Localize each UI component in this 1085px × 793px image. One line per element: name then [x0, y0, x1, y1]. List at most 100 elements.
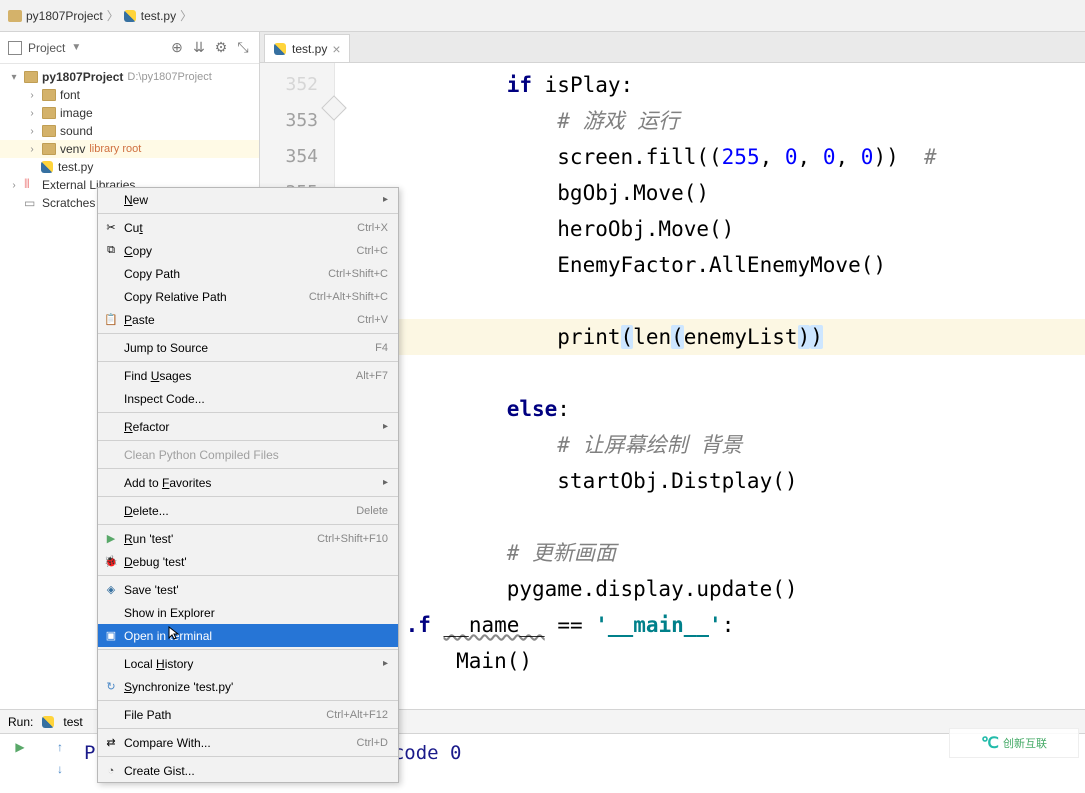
breadcrumb-label: py1807Project	[26, 9, 103, 23]
menu-separator	[98, 412, 398, 413]
folder-icon	[42, 107, 56, 119]
menu-label: Paste	[124, 313, 357, 327]
folder-icon	[24, 71, 38, 83]
menu-item-save-test[interactable]: ◈Save 'test'	[98, 578, 398, 601]
compare-icon: ⇄	[103, 735, 119, 751]
chevron-right-icon: 〉	[107, 7, 119, 24]
menu-label: Show in Explorer	[124, 606, 388, 620]
menu-label: Debug 'test'	[124, 555, 388, 569]
menu-label: Add to Favorites	[124, 476, 383, 490]
breadcrumb-project[interactable]: py1807Project	[8, 9, 103, 23]
menu-label: Jump to Source	[124, 341, 375, 355]
menu-separator	[98, 361, 398, 362]
copy-icon: ⧉	[103, 243, 119, 259]
menu-item-show-in-explorer[interactable]: Show in Explorer	[98, 601, 398, 624]
menu-label: Copy	[124, 244, 357, 258]
menu-item-refactor[interactable]: Refactor▸	[98, 415, 398, 438]
expand-icon[interactable]: ▾	[8, 72, 20, 83]
tree-file-test[interactable]: test.py	[0, 158, 259, 176]
rerun-button[interactable]: ▶	[11, 738, 29, 756]
breadcrumb-file[interactable]: test.py	[123, 9, 176, 23]
tree-folder-font[interactable]: › font	[0, 86, 259, 104]
menu-item-paste[interactable]: 📋PasteCtrl+V	[98, 308, 398, 331]
python-file-icon	[40, 160, 54, 174]
chevron-down-icon[interactable]: ▼	[71, 42, 81, 53]
menu-item-debug-test[interactable]: 🐞 Debug 'test'	[98, 550, 398, 573]
menu-label: Clean Python Compiled Files	[124, 448, 388, 462]
project-panel-icon	[8, 41, 22, 55]
menu-item-compare-with[interactable]: ⇄Compare With...Ctrl+D	[98, 731, 398, 754]
code-content[interactable]: if isPlay: # 游戏 运行 screen.fill((255, 0, …	[335, 63, 1085, 709]
expand-icon[interactable]: ›	[8, 180, 20, 191]
menu-item-cut[interactable]: ✂CutCtrl+X	[98, 216, 398, 239]
library-icon	[24, 178, 38, 192]
menu-item-jump-to-source[interactable]: Jump to SourceF4	[98, 336, 398, 359]
menu-label: Save 'test'	[124, 583, 388, 597]
python-file-icon	[123, 9, 137, 23]
menu-item-copy-relative-path[interactable]: Copy Relative PathCtrl+Alt+Shift+C	[98, 285, 398, 308]
collapse-icon[interactable]: ⇊	[191, 40, 207, 56]
menu-label: Run 'test'	[124, 532, 317, 546]
run-config-name[interactable]: test	[63, 715, 82, 729]
python-file-icon	[41, 715, 55, 729]
menu-label: Local History	[124, 657, 383, 671]
up-button[interactable]: ↑	[51, 738, 69, 756]
tab-test-py[interactable]: test.py ×	[264, 34, 350, 62]
menu-item-create-gist[interactable]: ◔Create Gist...	[98, 759, 398, 782]
menu-item-file-path[interactable]: File PathCtrl+Alt+F12	[98, 703, 398, 726]
locate-icon[interactable]: ⊕	[169, 40, 185, 56]
menu-label: Open in terminal	[124, 629, 388, 643]
menu-item-find-usages[interactable]: Find UsagesAlt+F7	[98, 364, 398, 387]
run-toolbar-nav: ↑ ↓	[40, 734, 80, 793]
menu-item-copy-path[interactable]: Copy PathCtrl+Shift+C	[98, 262, 398, 285]
project-header: Project ▼ ⊕ ⇊ ⚙ ⤡	[0, 32, 259, 64]
scratch-icon	[24, 196, 38, 210]
menu-separator	[98, 440, 398, 441]
tree-hint: library root	[89, 143, 141, 155]
menu-label: Find Usages	[124, 369, 356, 383]
menu-separator	[98, 700, 398, 701]
line-number: 353	[260, 103, 318, 139]
hide-icon[interactable]: ⤡	[235, 40, 251, 56]
tree-root[interactable]: ▾ py1807Project D:\py1807Project	[0, 68, 259, 86]
menu-item-new[interactable]: New▸	[98, 188, 398, 211]
expand-icon[interactable]: ›	[26, 126, 38, 137]
gist-icon: ◔	[103, 763, 119, 779]
expand-icon[interactable]: ›	[26, 90, 38, 101]
menu-label: File Path	[124, 708, 326, 722]
tree-folder-sound[interactable]: › sound	[0, 122, 259, 140]
menu-label: Synchronize 'test.py'	[124, 680, 388, 694]
submenu-arrow-icon: ▸	[383, 658, 388, 669]
menu-shortcut: Ctrl+Shift+C	[328, 268, 388, 280]
menu-item-copy[interactable]: ⧉ CopyCtrl+C	[98, 239, 398, 262]
submenu-arrow-icon: ▸	[383, 421, 388, 432]
expand-icon[interactable]: ›	[26, 108, 38, 119]
menu-separator	[98, 728, 398, 729]
folder-icon	[42, 89, 56, 101]
down-button[interactable]: ↓	[51, 760, 69, 778]
menu-shortcut: F4	[375, 342, 388, 354]
project-title[interactable]: Project	[28, 41, 65, 55]
editor-tabs: test.py ×	[260, 32, 1085, 63]
menu-item-delete[interactable]: Delete...Delete	[98, 499, 398, 522]
expand-icon[interactable]: ›	[26, 144, 38, 155]
menu-shortcut: Ctrl+D	[357, 737, 388, 749]
menu-item-synchronize-test-py[interactable]: ↻Synchronize 'test.py'	[98, 675, 398, 698]
menu-shortcut: Delete	[356, 505, 388, 517]
menu-item-run-test[interactable]: ▶Run 'test'Ctrl+Shift+F10	[98, 527, 398, 550]
menu-item-inspect-code[interactable]: Inspect Code...	[98, 387, 398, 410]
menu-item-add-to-favorites[interactable]: Add to Favorites▸	[98, 471, 398, 494]
menu-item-open-in-terminal[interactable]: ▣Open in terminal	[98, 624, 398, 647]
run-icon: ▶	[103, 531, 119, 547]
gear-icon[interactable]: ⚙	[213, 40, 229, 56]
menu-label: Refactor	[124, 420, 383, 434]
menu-shortcut: Ctrl+Alt+Shift+C	[309, 291, 388, 303]
menu-shortcut: Ctrl+C	[357, 245, 388, 257]
tree-folder-venv[interactable]: › venv library root	[0, 140, 259, 158]
close-icon[interactable]: ×	[332, 41, 340, 57]
tree-folder-image[interactable]: › image	[0, 104, 259, 122]
folder-icon	[8, 10, 22, 22]
menu-label: Copy Path	[124, 267, 328, 281]
menu-item-local-history[interactable]: Local History▸	[98, 652, 398, 675]
debug-icon: 🐞	[103, 554, 119, 570]
